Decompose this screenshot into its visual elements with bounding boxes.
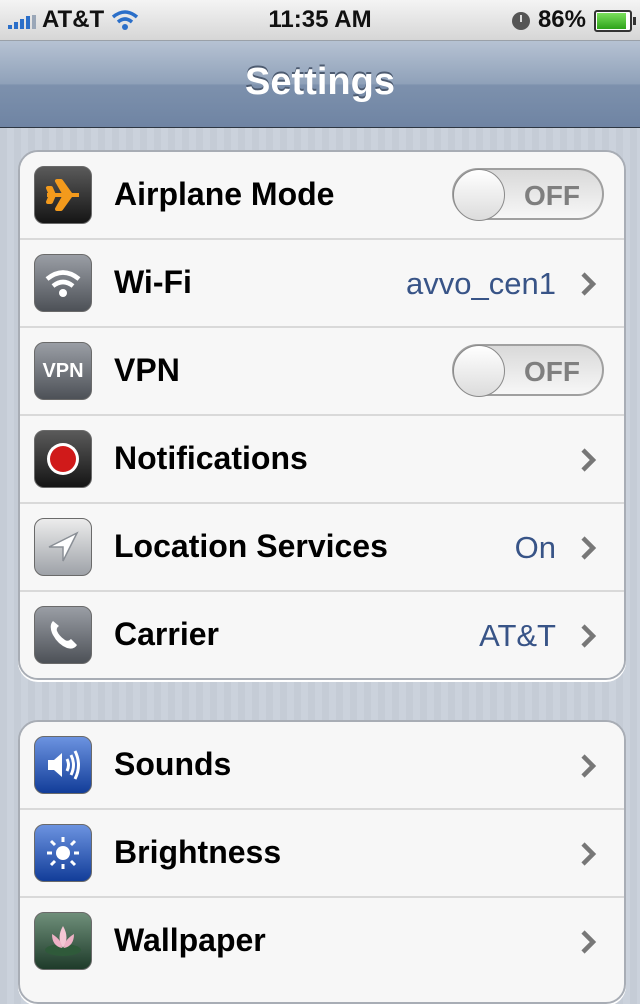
row-label: Location Services xyxy=(114,528,388,564)
toggle-knob xyxy=(453,169,505,221)
row-carrier[interactable]: Carrier AT&T xyxy=(20,592,624,678)
sun-icon xyxy=(34,824,92,882)
status-right: 86% xyxy=(511,6,636,34)
wifi-icon xyxy=(34,254,92,312)
row-location-services[interactable]: Location Services On xyxy=(20,504,624,592)
vpn-toggle[interactable]: OFF xyxy=(452,344,604,397)
status-bar: AT&T 11:35 AM 86% xyxy=(0,0,640,41)
row-brightness[interactable]: Brightness xyxy=(20,810,624,898)
chevron-right-icon xyxy=(581,842,597,866)
location-arrow-icon xyxy=(34,518,92,576)
row-label: Notifications xyxy=(114,440,308,476)
vpn-icon-text: VPN xyxy=(42,359,84,382)
chevron-right-icon xyxy=(581,754,597,778)
nav-bar: Settings xyxy=(0,41,640,128)
airplane-icon xyxy=(34,166,92,224)
settings-group-device: Sounds Brightness Wallpaper xyxy=(18,720,626,1004)
row-notifications[interactable]: Notifications xyxy=(20,416,624,504)
row-wifi[interactable]: Wi-Fi avvo_cen1 xyxy=(20,240,624,328)
battery-percent: 86% xyxy=(537,6,586,33)
chevron-right-icon xyxy=(581,624,597,648)
toggle-knob xyxy=(453,345,505,397)
row-label: Sounds xyxy=(114,746,232,782)
row-airplane-mode[interactable]: Airplane Mode OFF xyxy=(20,152,624,240)
phone-icon xyxy=(34,606,92,664)
wifi-network-value: avvo_cen1 xyxy=(406,266,556,301)
notifications-icon xyxy=(34,430,92,488)
airplane-mode-toggle[interactable]: OFF xyxy=(452,168,604,221)
clock-icon xyxy=(511,12,530,30)
speaker-icon xyxy=(34,736,92,794)
toggle-state: OFF xyxy=(524,356,580,387)
chevron-right-icon xyxy=(581,272,597,296)
row-label: Wallpaper xyxy=(114,922,266,958)
row-label: Airplane Mode xyxy=(114,176,335,212)
chevron-right-icon xyxy=(581,448,597,472)
row-label: Brightness xyxy=(114,834,282,870)
lotus-icon xyxy=(34,912,92,970)
row-label: Carrier xyxy=(114,616,219,652)
row-label: VPN xyxy=(114,352,180,388)
settings-group-network: Airplane Mode OFF Wi-Fi avvo_cen1 VPN VP… xyxy=(18,150,626,680)
row-vpn[interactable]: VPN VPN OFF xyxy=(20,328,624,416)
row-sounds[interactable]: Sounds xyxy=(20,722,624,810)
battery-icon xyxy=(594,10,636,32)
vpn-icon: VPN xyxy=(34,342,92,400)
row-label: Wi-Fi xyxy=(114,264,192,300)
chevron-right-icon xyxy=(581,536,597,560)
row-wallpaper[interactable]: Wallpaper xyxy=(20,898,624,984)
page-title: Settings xyxy=(245,61,395,103)
location-services-value: On xyxy=(514,530,556,565)
toggle-state: OFF xyxy=(524,180,580,211)
chevron-right-icon xyxy=(581,930,597,954)
carrier-value: AT&T xyxy=(479,618,556,653)
